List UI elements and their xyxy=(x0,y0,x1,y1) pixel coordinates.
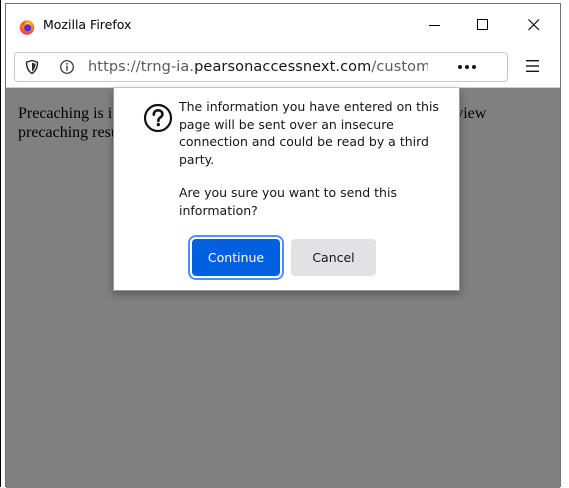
dialog-message-block: The information you have entered on this… xyxy=(179,98,447,235)
minimize-button[interactable] xyxy=(411,7,459,43)
site-info-icon[interactable] xyxy=(59,59,75,75)
window-title: Mozilla Firefox xyxy=(43,17,132,32)
insecure-form-dialog: The information you have entered on this… xyxy=(113,88,460,291)
question-mark-icon xyxy=(143,103,173,133)
maximize-icon xyxy=(477,19,488,30)
page-actions-more-icon[interactable] xyxy=(455,59,481,75)
url-host: pearsonaccessnext.com xyxy=(194,59,372,75)
firefox-logo-icon xyxy=(19,20,35,35)
screen-edge-line xyxy=(0,0,1,487)
continue-button[interactable]: Continue xyxy=(192,239,280,276)
url-path: /customer/sessio xyxy=(371,59,428,75)
hamburger-menu-icon[interactable] xyxy=(524,58,542,74)
address-bar[interactable]: https://trng-ia.pearsonaccessnext.com/cu… xyxy=(14,52,508,82)
dialog-warning-text: The information you have entered on this… xyxy=(179,99,439,167)
tracking-protection-shield-icon[interactable] xyxy=(24,59,40,75)
cancel-button[interactable]: Cancel xyxy=(291,239,376,276)
minimize-icon xyxy=(429,25,440,26)
url-prefix: https://trng-ia. xyxy=(88,59,195,75)
close-button[interactable] xyxy=(510,7,558,43)
navigation-toolbar: https://trng-ia.pearsonaccessnext.com/cu… xyxy=(6,46,560,88)
dialog-question-text: Are you sure you want to send this infor… xyxy=(179,185,397,218)
maximize-button[interactable] xyxy=(459,7,507,43)
url-text[interactable]: https://trng-ia.pearsonaccessnext.com/cu… xyxy=(88,59,428,76)
page-content: Precaching is in progress. Please wait. … xyxy=(6,88,560,488)
close-icon xyxy=(528,19,540,31)
browser-window: Mozilla Firefox https://trng-ia.pearsona… xyxy=(5,3,561,488)
title-bar[interactable]: Mozilla Firefox xyxy=(6,4,560,46)
